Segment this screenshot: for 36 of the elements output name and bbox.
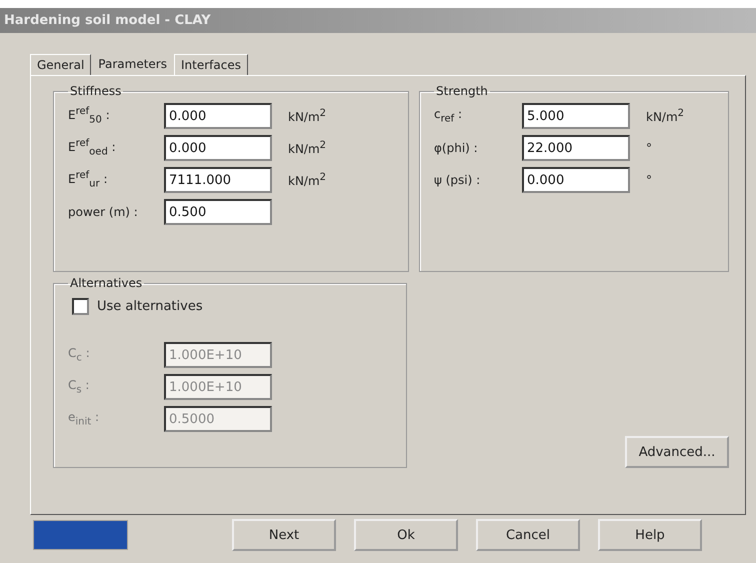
input-field[interactable]: 0.000 [164,135,272,161]
tab[interactable]: Interfaces [174,54,248,75]
field-label: φ(phi) : [434,142,479,154]
window-title: Hardening soil model - CLAY [4,13,211,28]
unit-label: ° [646,141,652,155]
group-title: Strength [435,84,489,98]
checkbox-label: Use alternatives [97,299,203,314]
group-title: Stiffness [69,84,122,98]
input-field[interactable]: 0.500 [164,199,272,225]
field-label: ψ (psi) : [434,174,482,186]
field-label: power (m) : [68,206,139,218]
field-label: C$_{s}$ : [68,378,90,396]
input-field[interactable]: 0.000 [164,103,272,129]
unit-label: kN/m$^{2}$ [646,108,684,124]
advanced-button[interactable]: Advanced... [625,436,729,468]
unit-label: kN/m$^{2}$ [288,172,326,188]
input-field[interactable]: 0.000 [522,167,630,193]
field-label: E$^{ref}$$_{ur}$ : [68,170,108,190]
unit-label: kN/m$^{2}$ [288,108,326,124]
unit-label: ° [646,173,652,187]
dialog-button[interactable]: Next [232,519,336,551]
input-field[interactable]: 5.000 [522,103,630,129]
dialog-button[interactable]: Ok [354,519,458,551]
tab[interactable]: General [30,54,92,75]
input-field[interactable]: 22.000 [522,135,630,161]
field-label: e$_{init}$ : [68,410,100,428]
field-label: E$^{ref}$$_{oed}$ : [68,138,117,158]
unit-label: kN/m$^{2}$ [288,140,326,156]
group-title: Alternatives [69,276,144,290]
input-field[interactable]: 7111.000 [164,167,272,193]
checkbox[interactable] [72,298,89,315]
field-label: c$_{ref}$ : [434,108,464,124]
field-label: C$_{c}$ : [68,346,91,364]
field-label: E$^{ref}$$_{50}$ : [68,106,111,126]
dialog-button[interactable]: Help [598,519,702,551]
dialog-button[interactable]: Cancel [476,519,580,551]
